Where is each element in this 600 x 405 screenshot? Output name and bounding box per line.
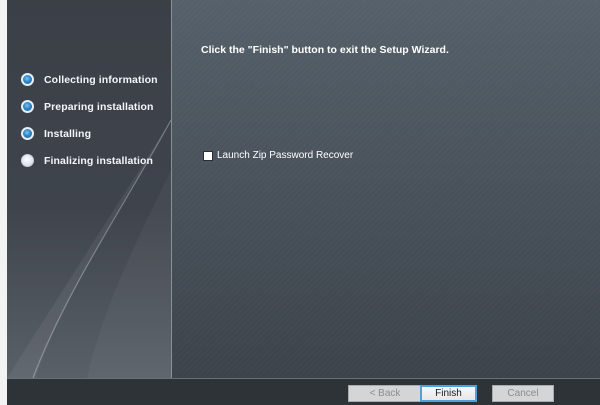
wizard-button-bar: < Back Finish Cancel [7, 378, 600, 405]
sidebar-swoosh-decoration [7, 119, 171, 378]
setup-wizard-window: Collecting information Preparing install… [7, 0, 600, 405]
step-installing: Installing [21, 120, 158, 147]
wizard-content-panel: Click the "Finish" button to exit the Se… [172, 0, 600, 378]
step-label: Collecting information [44, 73, 158, 86]
back-button[interactable]: < Back [348, 385, 422, 402]
step-complete-icon [21, 127, 34, 140]
step-label: Finalizing installation [44, 154, 154, 167]
step-label: Installing [44, 127, 92, 140]
step-current-icon [21, 154, 34, 167]
step-label: Preparing installation [44, 100, 154, 113]
cancel-button[interactable]: Cancel [492, 385, 554, 402]
launch-app-label[interactable]: Launch Zip Password Recover [217, 150, 353, 161]
launch-app-checkbox[interactable] [203, 150, 213, 161]
wizard-sidebar: Collecting information Preparing install… [7, 0, 172, 378]
step-complete-icon [21, 100, 34, 113]
launch-app-option[interactable]: Launch Zip Password Recover [203, 150, 353, 161]
finish-button[interactable]: Finish [420, 385, 477, 402]
step-finalizing-installation: Finalizing installation [21, 147, 158, 174]
step-preparing-installation: Preparing installation [21, 93, 158, 120]
step-collecting-information: Collecting information [21, 66, 158, 93]
finish-instruction-text: Click the "Finish" button to exit the Se… [201, 44, 449, 56]
progress-steps: Collecting information Preparing install… [21, 66, 158, 174]
step-complete-icon [21, 73, 34, 86]
